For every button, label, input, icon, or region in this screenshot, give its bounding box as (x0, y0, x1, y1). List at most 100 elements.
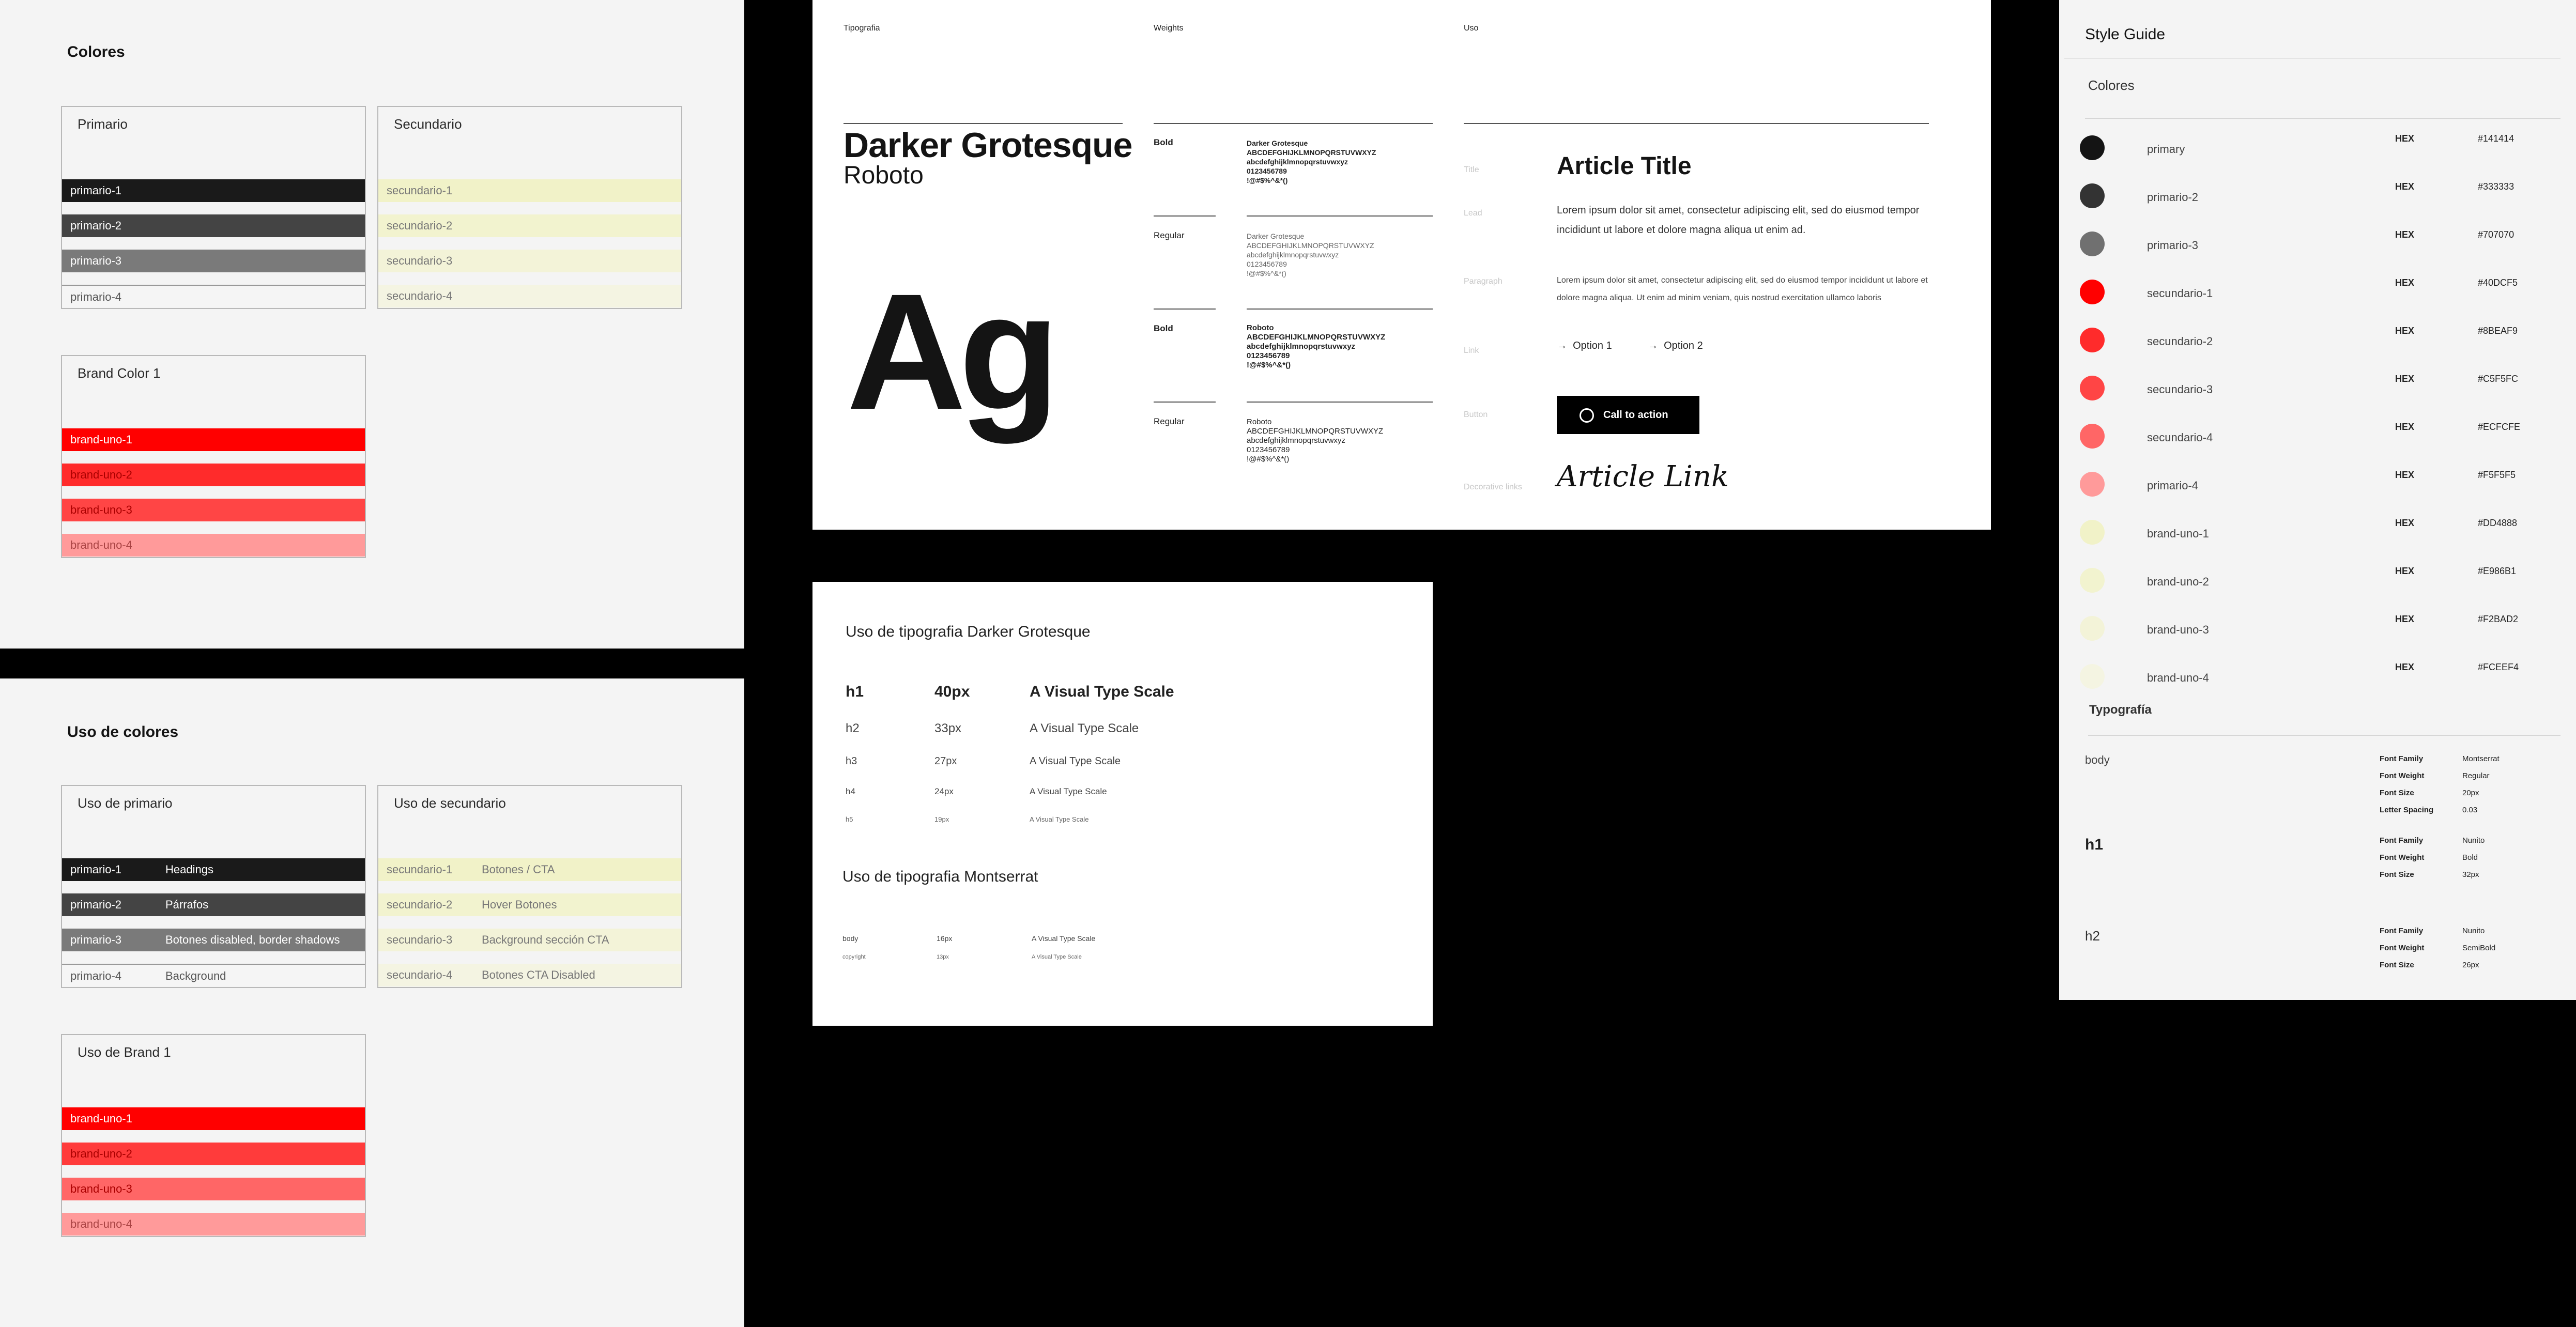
color-row: secundario-1 HEX #40DCF5 (2080, 273, 2545, 304)
specimen-glyphs: Ag (847, 259, 1060, 444)
secundario-card: Secundario secundario-1 secundario-2 sec… (377, 106, 682, 309)
colores-title: Colores (67, 43, 125, 60)
scale-sample: A Visual Type Scale (1032, 954, 1082, 960)
decorative-link[interactable]: Article Link (1557, 460, 1729, 493)
spec-digits: 0123456789 (1247, 445, 1290, 454)
row-name: primario-3 (70, 933, 122, 946)
scale-sample: A Visual Type Scale (1030, 786, 1107, 796)
hex-value: #C5F5FC (2478, 374, 2519, 384)
scale-size: 16px (937, 934, 953, 943)
weight-tag: Bold (1154, 323, 1173, 333)
spec-lower: abcdefghijklmnopqrstuvwxyz (1247, 342, 1356, 351)
color-dot (2080, 328, 2105, 352)
divider (1247, 308, 1433, 310)
scale-tag: h2 (846, 721, 860, 735)
color-name: brand-uno-4 (2147, 671, 2209, 684)
usage-label-decorative: Decorative links (1464, 483, 1522, 491)
weight-tag: Bold (1154, 137, 1173, 147)
usage-label-paragraph: Paragraph (1464, 277, 1502, 286)
hex-label: HEX (2395, 518, 2415, 528)
row-name: secundario-4 (387, 968, 453, 981)
hex-label: HEX (2395, 470, 2415, 480)
hex-value: #F5F5F5 (2478, 470, 2516, 480)
option-2-link[interactable]: → Option 2 (1648, 340, 1703, 352)
color-row: brand-uno-3 HEX #F2BAD2 (2080, 610, 2545, 641)
hex-label: HEX (2395, 326, 2415, 336)
color-name: secundario-4 (2147, 431, 2213, 444)
color-dot (2080, 232, 2105, 256)
divider (1247, 402, 1433, 403)
weight-tag: Regular (1154, 230, 1185, 240)
swatch-primario-4: primario-4 (62, 285, 365, 307)
usage-label-title: Title (1464, 165, 1479, 174)
color-row: secundario-2 HEX #8BEAF9 (2080, 321, 2545, 352)
divider (1247, 215, 1433, 217)
scale-tag: h4 (846, 786, 855, 796)
scale-size: 24px (934, 786, 954, 796)
prop-value: 26px (2462, 961, 2479, 969)
link-label: Option 1 (1573, 340, 1612, 351)
divider (1464, 123, 1929, 124)
spec-symbols: !@#$%^&*() (1247, 455, 1290, 464)
row-use: Background (165, 969, 226, 982)
scale-size: 27px (934, 755, 957, 767)
circle-icon (1580, 408, 1594, 423)
row-name: primario-2 (70, 898, 122, 911)
prop-label: Font Size (2380, 870, 2414, 879)
swatch-brand-uno-1: brand-uno-1 (62, 428, 365, 451)
spec-name: Roboto (1247, 418, 1272, 426)
row-name: primario-4 (70, 969, 122, 982)
spec-digits: 0123456789 (1247, 260, 1287, 268)
color-name: secundario-2 (2147, 335, 2213, 348)
scale-sample: A Visual Type Scale (1030, 755, 1121, 767)
scale-title-montserrat: Uso de tipografia Montserrat (842, 868, 1038, 885)
colors-section-title: Colores (2088, 78, 2135, 93)
color-row: brand-uno-2 HEX #E986B1 (2080, 562, 2545, 593)
card-title: Brand Color 1 (78, 365, 161, 381)
prop-label: Font Size (2380, 789, 2414, 797)
colores-frame: Colores Primario primario-1 primario-2 p… (0, 0, 744, 649)
spec-name: Roboto (1247, 323, 1274, 332)
hex-label: HEX (2395, 662, 2415, 672)
scale-sample: A Visual Type Scale (1030, 683, 1174, 700)
color-dot (2080, 616, 2105, 641)
card-title: Secundario (394, 116, 462, 132)
scale-title-darker-grotesque: Uso de tipografia Darker Grotesque (846, 623, 1091, 640)
call-to-action-button[interactable]: Call to action (1557, 396, 1699, 434)
uso-secundario-row: secundario-1 Botones / CTA (378, 858, 681, 881)
color-row: primary HEX #141414 (2080, 129, 2545, 160)
color-name: secundario-3 (2147, 383, 2213, 396)
col-header-uso: Uso (1464, 24, 1479, 33)
option-1-link[interactable]: → Option 1 (1557, 340, 1612, 352)
spec-symbols: !@#$%^&*() (1247, 269, 1286, 277)
uso-primario-row: primario-3 Botones disabled, border shado… (62, 929, 365, 951)
color-name: primario-2 (2147, 191, 2199, 204)
font-secondary-name: Roboto (844, 162, 924, 189)
uso-primario-row: primario-2 Párrafos (62, 893, 365, 916)
color-dot (2080, 183, 2105, 208)
scale-tag: copyright (842, 954, 866, 960)
hex-label: HEX (2395, 229, 2415, 240)
hex-value: #ECFCFE (2478, 422, 2521, 432)
hex-label: HEX (2395, 614, 2415, 624)
color-dot (2080, 376, 2105, 400)
divider (844, 123, 1123, 124)
prop-value: 32px (2462, 870, 2479, 879)
swatch-secundario-1: secundario-1 (378, 179, 681, 202)
weight-specimen: Darker Grotesque ABCDEFGHIJKLMNOPQRSTUVW… (1247, 138, 1376, 185)
spec-symbols: !@#$%^&*() (1247, 361, 1291, 369)
prop-value: Bold (2462, 853, 2478, 862)
scale-tag: body (842, 934, 858, 943)
swatch-secundario-4: secundario-4 (378, 285, 681, 307)
divider (2085, 118, 2560, 119)
swatch-secundario-3: secundario-3 (378, 250, 681, 272)
color-name: brand-uno-1 (2147, 527, 2209, 540)
hex-value: #333333 (2478, 181, 2514, 192)
row-use: Botones CTA Disabled (482, 968, 595, 981)
color-name: brand-uno-3 (2147, 623, 2209, 636)
prop-label: Letter Spacing (2380, 806, 2434, 814)
row-name: secundario-1 (387, 863, 453, 876)
prop-value: SemiBold (2462, 944, 2496, 952)
spec-digits: 0123456789 (1247, 351, 1290, 360)
swatch-brand-uno-4: brand-uno-4 (62, 534, 365, 557)
